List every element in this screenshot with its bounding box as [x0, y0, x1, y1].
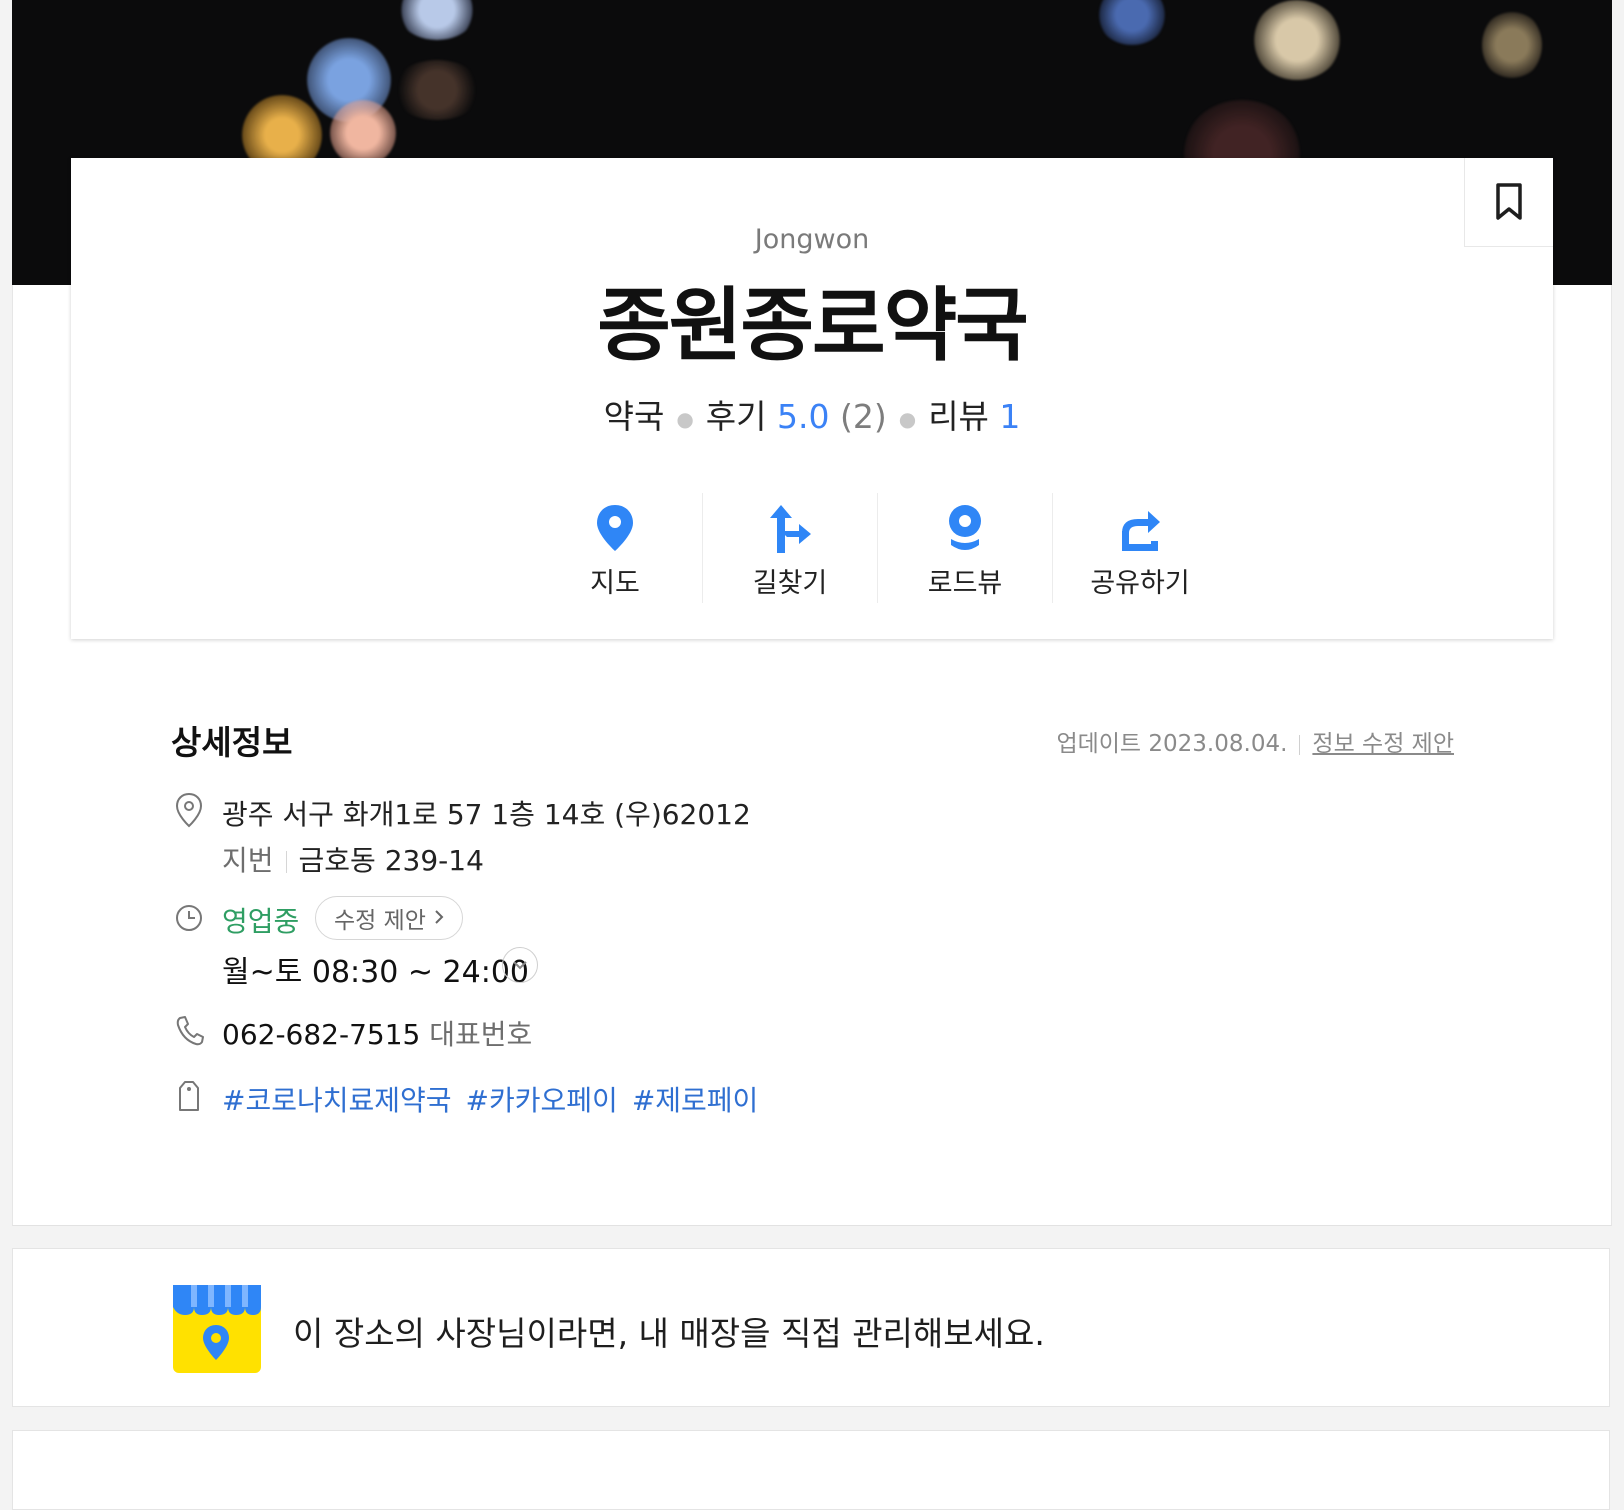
- hours-suggest-button[interactable]: 수정 제안: [315, 896, 463, 940]
- clock-icon: [176, 905, 202, 931]
- roadview-button[interactable]: 로드뷰: [878, 493, 1053, 603]
- chevron-right-icon: [434, 905, 444, 931]
- share-label: 공유하기: [1090, 568, 1190, 599]
- blog-review-label: 리뷰: [928, 397, 989, 436]
- blog-review-count[interactable]: 1: [999, 397, 1020, 436]
- tag-item[interactable]: #제로페이: [632, 1084, 759, 1117]
- place-name: 종원종로약국: [597, 279, 1029, 372]
- map-button[interactable]: 지도: [528, 493, 703, 603]
- directions-button[interactable]: 길찾기: [703, 493, 878, 603]
- address-text[interactable]: 광주 서구 화개1로 57 1층 14호 (우)62012: [222, 793, 751, 833]
- owner-banner[interactable]: 이 장소의 사장님이라면, 내 매장을 직접 관리해보세요.: [12, 1248, 1610, 1407]
- directions-label: 길찾기: [752, 568, 828, 599]
- edit-suggest-link[interactable]: 정보 수정 제안: [1312, 731, 1454, 757]
- place-meta: 약국 ● 후기 5.0 (2) ● 리뷰 1: [603, 397, 1021, 436]
- share-button[interactable]: 공유하기: [1053, 493, 1227, 603]
- store-owner-icon: [173, 1285, 261, 1373]
- jibun-label: 지번: [222, 844, 274, 877]
- map-label: 지도: [590, 568, 640, 599]
- next-section-panel: [12, 1430, 1610, 1510]
- location-icon: [175, 792, 203, 828]
- rating-score[interactable]: 5.0: [777, 397, 829, 436]
- place-category: 약국: [603, 397, 665, 436]
- owner-message: 이 장소의 사장님이라면, 내 매장을 직접 관리해보세요.: [293, 1314, 1045, 1353]
- update-date: 업데이트 2023.08.04.: [1056, 731, 1288, 757]
- phone-note: 대표번호: [429, 1018, 533, 1051]
- roadview-label: 로드뷰: [927, 568, 1003, 599]
- jibun-address: 지번 금호동 239-14: [222, 839, 484, 879]
- hours-suggest-label: 수정 제안: [334, 908, 426, 934]
- update-info: 업데이트 2023.08.04. 정보 수정 제안: [1056, 724, 1454, 758]
- roadview-icon: [949, 505, 981, 550]
- map-pin-icon: [597, 505, 633, 551]
- rating-count[interactable]: (2): [840, 397, 887, 436]
- action-bar: 지도 길찾기 로드뷰 공유하기: [528, 493, 1228, 603]
- hours-expand-button[interactable]: [502, 947, 538, 983]
- tag-item[interactable]: #카카오페이: [466, 1084, 618, 1117]
- detail-title: 상세정보: [171, 723, 293, 762]
- chevron-down-icon: [513, 961, 527, 970]
- business-hours: 월~토 08:30 ~ 24:00: [222, 955, 529, 990]
- open-status: 영업중: [222, 905, 300, 938]
- jibun-value: 금호동 239-14: [298, 844, 484, 877]
- share-icon: [1122, 511, 1160, 551]
- bookmark-icon: [1496, 183, 1522, 220]
- place-subname: Jongwon: [754, 224, 870, 255]
- phone-icon: [176, 1016, 204, 1046]
- tag-icon: [179, 1081, 199, 1111]
- directions-icon: [770, 505, 811, 553]
- phone-number[interactable]: 062-682-7515: [222, 1018, 420, 1051]
- place-header-card: Jongwon 종원종로약국 약국 ● 후기 5.0 (2) ● 리뷰 1 지도 길찾기: [71, 158, 1553, 639]
- tag-item[interactable]: #코로나치료제약국: [222, 1084, 452, 1117]
- phone-row: 062-682-7515 대표번호: [222, 1013, 532, 1053]
- tag-list: #코로나치료제약국 #카카오페이 #제로페이: [222, 1079, 772, 1119]
- review-label: 후기: [705, 397, 767, 436]
